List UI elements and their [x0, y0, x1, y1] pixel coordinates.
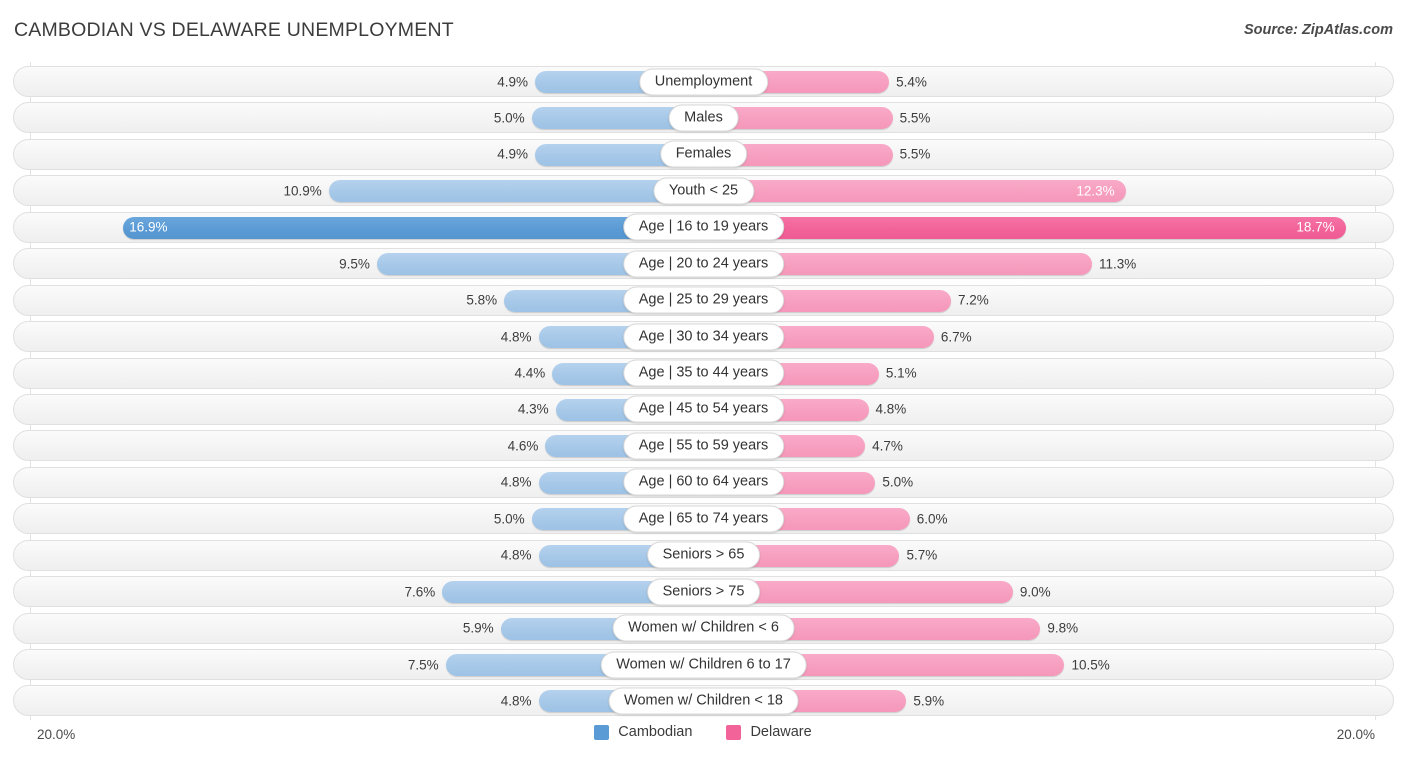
row-category-label: Age | 16 to 19 years: [622, 213, 785, 241]
value-label-delaware: 5.5%: [899, 110, 931, 126]
table-row[interactable]: 7.5% 10.5% Women w/ Children 6 to 17: [13, 649, 1394, 680]
row-category-label: Seniors > 65: [646, 541, 761, 569]
row-category-label: Age | 25 to 29 years: [622, 286, 785, 314]
value-label-delaware: 5.5%: [899, 146, 931, 162]
value-label-delaware: 6.0%: [916, 511, 948, 527]
value-label-delaware: 11.3%: [1098, 256, 1137, 272]
row-category-label: Age | 65 to 74 years: [622, 505, 785, 533]
legend-swatch-icon: [726, 724, 742, 740]
value-label-delaware: 9.8%: [1047, 620, 1079, 636]
bar-rows-container: 4.9% 5.4% Unemployment 5.0% 5.5% Males 4.9% 5.5…: [13, 66, 1394, 722]
legend-label: Cambodian: [618, 724, 693, 740]
value-label-cambodian: 4.8%: [500, 693, 532, 709]
table-row[interactable]: 4.8% 5.7% Seniors > 65: [13, 539, 1394, 571]
table-row[interactable]: 4.9% 5.5% Females: [13, 138, 1394, 170]
table-row[interactable]: 5.9% 9.8% Women w/ Children < 6: [13, 612, 1394, 644]
row-category-label: Seniors > 75: [646, 578, 761, 606]
value-label-cambodian: 7.5%: [407, 657, 439, 672]
chart-plot-area: 4.9% 5.4% Unemployment 5.0% 5.5% Males 4.9% 5.5…: [0, 62, 1406, 720]
value-label-cambodian: 5.9%: [462, 620, 494, 636]
chart-footer: 20.0% 20.0% Cambodian Delaware: [0, 718, 1406, 757]
row-category-label: Women w/ Children < 6: [612, 614, 795, 642]
value-label-cambodian: 4.8%: [500, 474, 532, 490]
row-category-label: Males: [668, 104, 739, 132]
chart-header: CAMBODIAN VS DELAWARE UNEMPLOYMENT Sourc…: [0, 0, 1406, 60]
value-label-cambodian: 4.4%: [514, 365, 546, 381]
table-row[interactable]: 4.8% 5.9% Women w/ Children < 18: [13, 685, 1394, 717]
row-category-label: Youth < 25: [652, 177, 755, 205]
table-row[interactable]: 5.0% 5.5% Males: [13, 102, 1394, 134]
value-label-delaware: 12.3%: [1076, 183, 1115, 199]
table-row[interactable]: 4.3% 4.8% Age | 45 to 54 years: [13, 393, 1394, 425]
table-row[interactable]: 9.5% 11.3% Age | 20 to 24 years: [13, 248, 1394, 280]
value-label-cambodian: 5.8%: [466, 292, 498, 308]
value-label-cambodian: 10.9%: [283, 183, 322, 199]
table-row[interactable]: 4.4% 5.1% Age | 35 to 44 years: [13, 357, 1394, 389]
value-label-cambodian: 4.9%: [497, 74, 529, 89]
value-label-cambodian: 7.6%: [404, 584, 436, 600]
table-row[interactable]: 4.8% 6.7% Age | 30 to 34 years: [13, 321, 1394, 353]
value-label-delaware: 5.9%: [913, 693, 945, 709]
bar-delaware: [703, 180, 1127, 203]
row-category-label: Age | 20 to 24 years: [622, 250, 785, 278]
table-row[interactable]: 4.8% 5.0% Age | 60 to 64 years: [13, 466, 1394, 498]
value-label-delaware: 7.2%: [958, 292, 989, 308]
row-category-label: Women w/ Children 6 to 17: [600, 651, 807, 678]
table-row[interactable]: 5.0% 6.0% Age | 65 to 74 years: [13, 503, 1394, 535]
value-label-cambodian: 5.0%: [493, 110, 525, 126]
value-label-delaware: 5.0%: [882, 474, 914, 490]
chart-legend: Cambodian Delaware: [0, 724, 1406, 740]
legend-label: Delaware: [750, 724, 812, 740]
value-label-cambodian: 9.5%: [339, 256, 370, 272]
value-label-cambodian: 4.6%: [507, 438, 539, 454]
value-label-delaware: 5.4%: [896, 74, 927, 89]
value-label-delaware: 4.8%: [875, 401, 907, 417]
table-row[interactable]: 4.6% 4.7% Age | 55 to 59 years: [13, 430, 1394, 462]
page-title: CAMBODIAN VS DELAWARE UNEMPLOYMENT: [14, 19, 454, 41]
row-category-label: Females: [659, 140, 748, 168]
row-category-label: Unemployment: [638, 68, 769, 95]
legend-item[interactable]: Delaware: [726, 724, 812, 740]
value-label-delaware: 5.7%: [906, 547, 938, 563]
value-label-cambodian: 5.0%: [493, 511, 525, 527]
source-attribution: Source: ZipAtlas.com: [1243, 22, 1393, 38]
value-label-delaware: 9.0%: [1019, 584, 1051, 600]
bar-delaware: [703, 216, 1347, 239]
row-category-label: Women w/ Children < 18: [608, 687, 799, 715]
table-row[interactable]: 10.9% 12.3% Youth < 25: [13, 175, 1394, 207]
table-row[interactable]: 16.9% 18.7% Age | 16 to 19 years: [13, 211, 1394, 243]
value-label-delaware: 6.7%: [940, 329, 972, 345]
row-category-label: Age | 55 to 59 years: [622, 432, 785, 460]
value-label-cambodian: 4.8%: [500, 329, 532, 345]
row-category-label: Age | 60 to 64 years: [622, 468, 785, 496]
value-label-delaware: 18.7%: [1296, 219, 1335, 235]
value-label-cambodian: 4.9%: [497, 146, 529, 162]
table-row[interactable]: 5.8% 7.2% Age | 25 to 29 years: [13, 284, 1394, 316]
legend-swatch-icon: [594, 724, 610, 740]
table-row[interactable]: 7.6% 9.0% Seniors > 75: [13, 576, 1394, 608]
bar-cambodian: [122, 216, 704, 239]
value-label-delaware: 4.7%: [872, 438, 903, 454]
table-row[interactable]: 4.9% 5.4% Unemployment: [13, 66, 1394, 97]
legend-item[interactable]: Cambodian: [594, 724, 692, 740]
value-label-delaware: 10.5%: [1071, 657, 1110, 672]
value-label-cambodian: 4.8%: [500, 547, 532, 563]
value-label-delaware: 5.1%: [885, 365, 917, 381]
bar-cambodian: [328, 180, 704, 203]
value-label-cambodian: 16.9%: [129, 219, 168, 235]
row-category-label: Age | 35 to 44 years: [622, 359, 785, 387]
value-label-cambodian: 4.3%: [517, 401, 549, 417]
row-category-label: Age | 45 to 54 years: [622, 395, 785, 423]
row-category-label: Age | 30 to 34 years: [622, 323, 785, 351]
